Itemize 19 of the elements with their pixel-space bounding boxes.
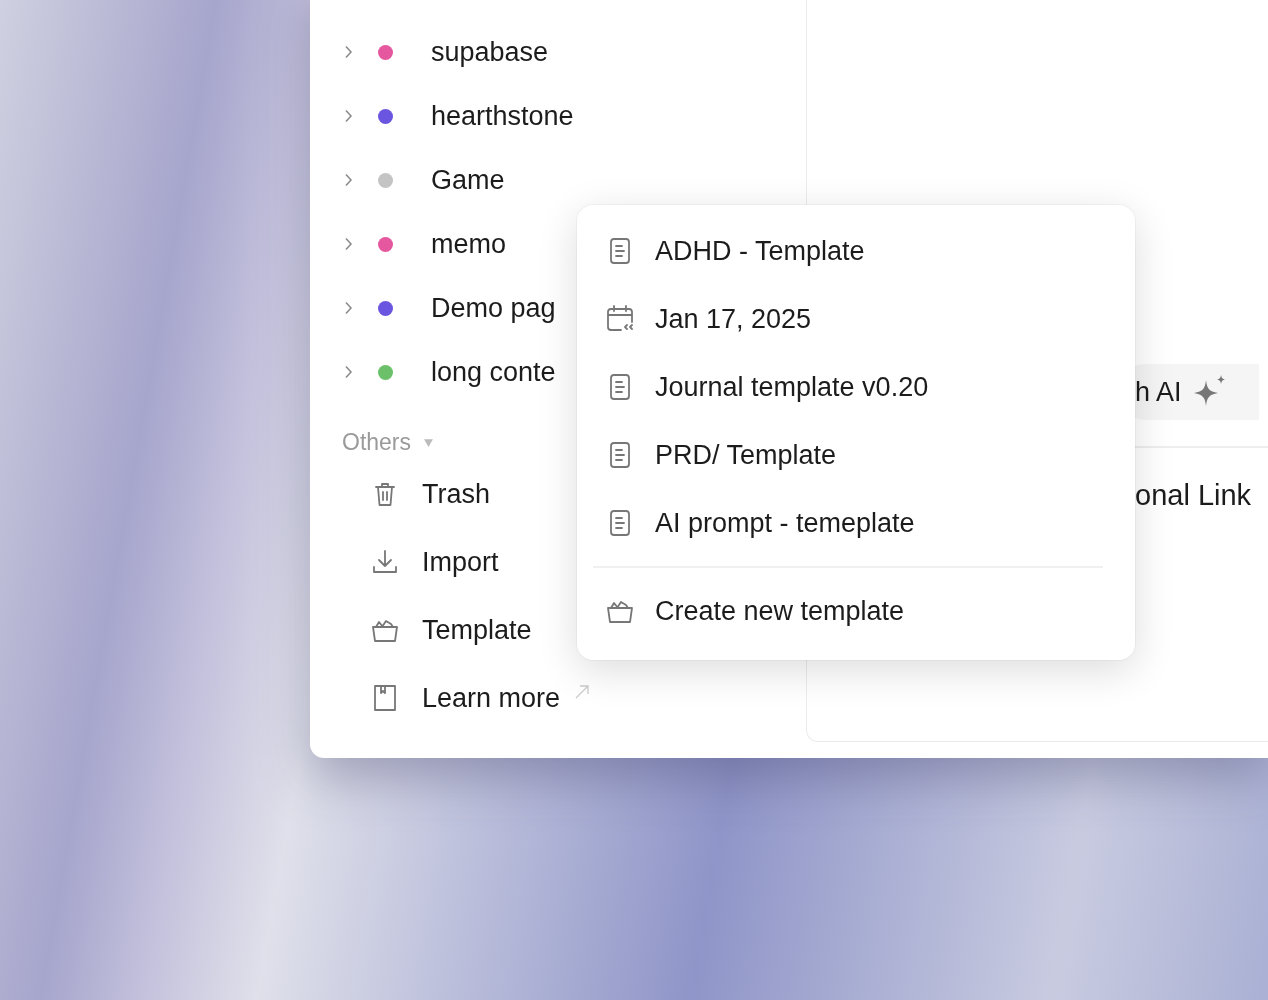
external-link-icon [574,684,591,700]
menu-item[interactable]: Journal template v0.20 [593,353,1119,421]
space-item[interactable]: Demo pag [431,294,556,322]
space-item[interactable]: Game [431,166,505,194]
menu-item[interactable]: AI prompt - temeplate [593,489,1119,557]
menu-item[interactable]: Template [422,616,532,644]
create-template-button[interactable]: Create new template [593,577,1119,645]
menu-item[interactable]: Jan 17, 2025 [593,285,1119,353]
caret-icon[interactable] [423,436,435,448]
menu-item[interactable]: Import [422,548,499,576]
menu-item[interactable]: Trash [422,480,490,508]
menu-item[interactable]: ADHD - Template [593,217,1119,285]
space-item[interactable]: long conte [431,358,556,386]
menu-item[interactable]: Learn more [422,684,561,712]
space-item[interactable]: hearthstone [431,102,574,130]
section-title: onal Link [1135,478,1253,513]
space-item[interactable]: supabase [431,38,549,66]
menu-item[interactable]: PRD/ Template [593,421,1119,489]
space-item[interactable]: memo [431,230,506,258]
